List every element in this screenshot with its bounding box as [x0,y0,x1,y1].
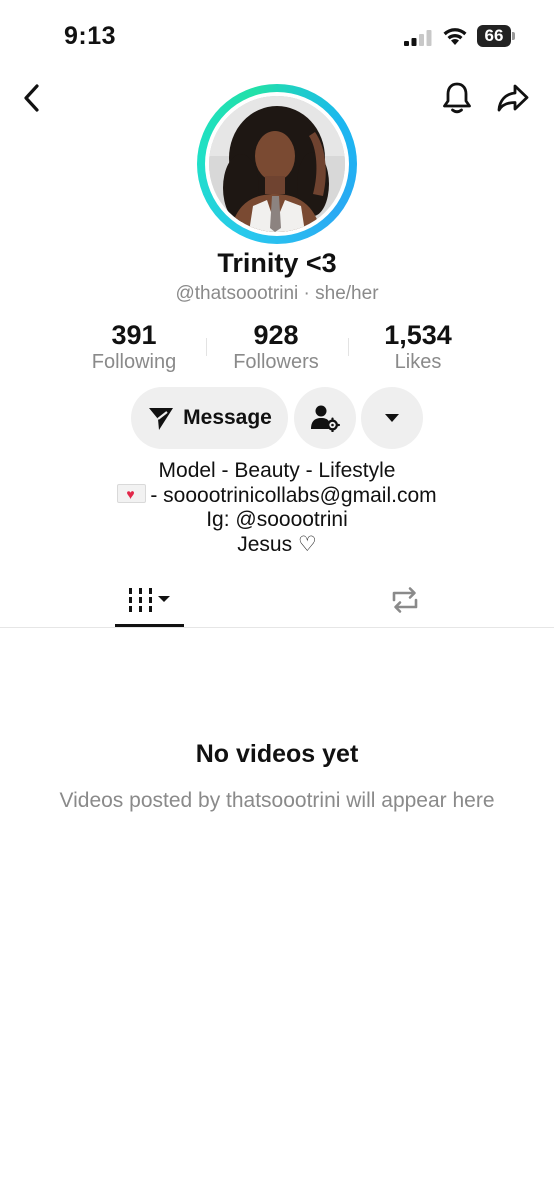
notification-button[interactable] [439,80,475,116]
status-time: 9:13 [64,22,117,50]
user-settings-icon [311,405,340,432]
empty-state-title: No videos yet [195,740,359,768]
followers-label: Followers [233,351,319,373]
username-pronouns: @thatsoootrini · she/her [175,283,379,304]
back-button[interactable] [14,80,50,116]
bio-email-line: - sooootrinicollabs@gmail.com [0,482,554,509]
caret-down-icon [385,414,399,422]
followers-stat[interactable]: 928 Followers [206,320,346,374]
following-stat[interactable]: 391 Following [64,320,204,374]
wifi-icon [442,26,468,46]
more-options-button[interactable] [361,387,423,449]
battery-icon: 66 [477,25,517,47]
bell-icon [443,82,471,114]
bio-email[interactable]: - sooootrinicollabs@gmail.com [150,484,436,507]
battery-level: 66 [477,25,511,47]
display-name: Trinity <3 [217,248,337,278]
tab-videos[interactable] [115,575,184,625]
add-friend-button[interactable] [294,387,356,449]
tab-divider [0,627,554,628]
bio-line: Model - Beauty - Lifestyle [158,459,396,482]
likes-label: Likes [394,351,442,373]
share-button[interactable] [495,80,531,116]
likes-count: 1,534 [384,320,452,350]
share-arrow-icon [497,84,529,112]
chevron-left-icon [24,84,39,112]
followers-count: 928 [253,320,299,350]
repost-icon [392,587,417,613]
following-label: Following [91,351,177,373]
tab-reposts[interactable] [370,575,439,625]
profile-photo [209,96,345,232]
cellular-signal-icon [404,30,434,46]
paper-plane-icon [149,408,174,430]
likes-stat[interactable]: 1,534 Likes [348,320,488,374]
bio-line: Jesus ♡ [237,532,317,556]
message-button[interactable]: Message [131,387,288,449]
following-count: 391 [111,320,157,350]
avatar[interactable] [197,84,357,244]
empty-state-description: Videos posted by thatsoootrini will appe… [59,789,495,812]
bio: Model - Beauty - Lifestyle - sooootrinic… [0,459,554,557]
message-label: Message [183,406,272,429]
grid-icon [128,588,170,612]
love-letter-icon [117,482,147,506]
caret-down-icon [157,596,170,602]
bio-line: Ig: @sooootrini [206,508,348,531]
